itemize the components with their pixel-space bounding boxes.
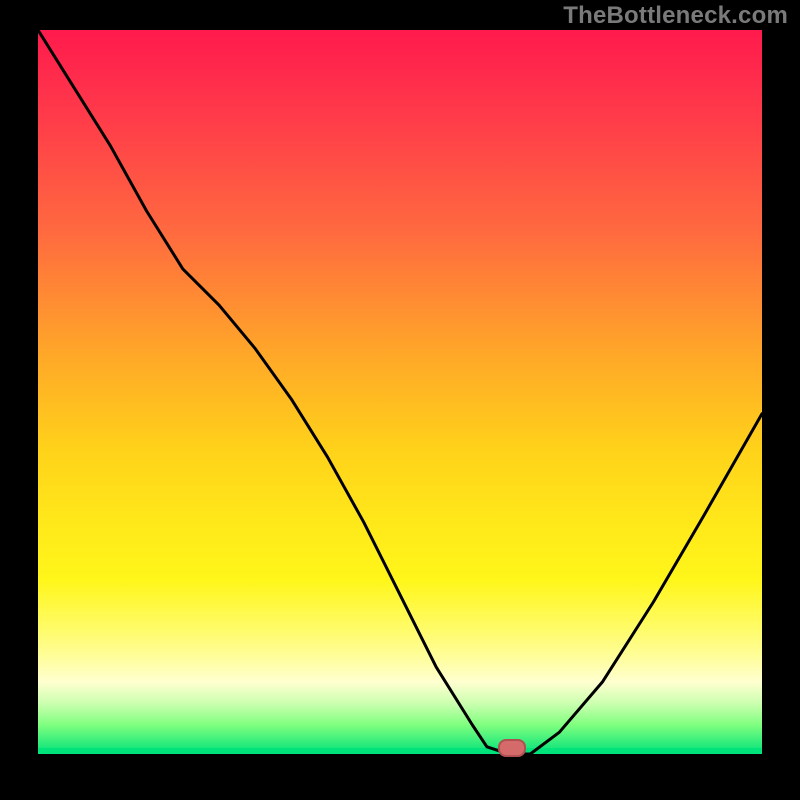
optimal-point-marker	[498, 739, 526, 757]
curve-path	[38, 30, 762, 754]
chart-frame: TheBottleneck.com	[0, 0, 800, 800]
bottleneck-curve	[38, 30, 762, 754]
watermark-text: TheBottleneck.com	[563, 2, 788, 30]
